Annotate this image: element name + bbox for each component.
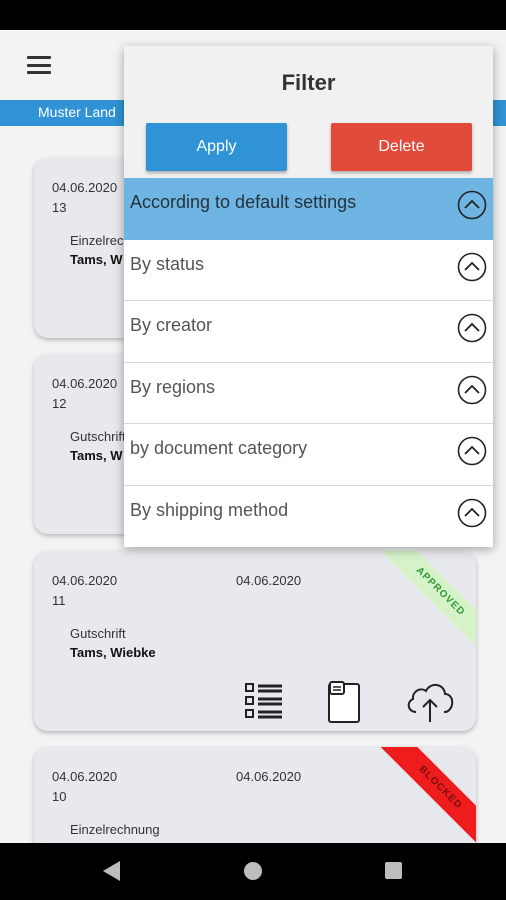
card-date: 04.06.2020 [52, 573, 118, 588]
card-type: Gutschrift [70, 626, 126, 641]
status-ribbon-approved: APPROVED [374, 551, 476, 658]
delete-button[interactable]: Delete [331, 123, 472, 171]
filter-row-label: According to default settings [130, 192, 357, 212]
chevron-up-icon[interactable] [457, 313, 487, 343]
sub-bar-title: Muster Land [38, 104, 116, 120]
chevron-up-icon[interactable] [457, 375, 487, 405]
back-icon[interactable] [103, 861, 120, 881]
cloud-upload-icon[interactable] [404, 678, 456, 724]
card-date: 04.06.2020 [52, 376, 118, 391]
recents-icon[interactable] [385, 862, 402, 879]
card-date-secondary: 04.06.2020 [236, 573, 302, 588]
card-number: 12 [52, 396, 67, 411]
filter-row-shipping-method[interactable]: By shipping method [124, 485, 493, 547]
chevron-up-icon[interactable] [457, 252, 487, 282]
list-icon[interactable] [244, 682, 284, 720]
document-card[interactable]: 04.06.2020 04.06.2020 11 Gutschrift Tams… [34, 551, 476, 731]
filter-dialog: Filter Apply Delete According to default… [124, 46, 493, 547]
filter-row-label: By regions [130, 376, 216, 397]
filter-title: Filter [281, 70, 336, 95]
status-ribbon-blocked: BLOCKED [374, 747, 476, 854]
card-type: Einzelrech [70, 233, 131, 248]
card-name: Tams, W [70, 252, 123, 267]
card-date: 04.06.2020 [52, 180, 118, 195]
card-name: Tams, Wiebke [70, 645, 156, 660]
card-name: Tams, W [70, 448, 123, 463]
card-date-secondary: 04.06.2020 [236, 769, 302, 784]
card-type: Einzelrechnung [70, 822, 160, 837]
card-number: 13 [52, 200, 67, 215]
menu-icon[interactable] [27, 56, 51, 74]
filter-row-label: By shipping method [130, 499, 289, 520]
apply-button[interactable]: Apply [146, 123, 287, 171]
card-number: 11 [52, 593, 66, 608]
filter-row-label: By creator [130, 315, 213, 335]
filter-row-creator[interactable]: By creator [124, 301, 493, 363]
card-date: 04.06.2020 [52, 769, 118, 784]
home-icon[interactable] [244, 862, 262, 880]
chevron-up-icon[interactable] [457, 498, 487, 528]
chevron-up-icon[interactable] [457, 190, 487, 220]
card-type: Gutschrift [70, 429, 126, 444]
filter-header: Filter Apply Delete [124, 46, 493, 178]
filter-row-status[interactable]: By status [124, 239, 493, 301]
filter-row-label: By status [130, 253, 205, 274]
filter-list: According to default settings By status … [124, 178, 493, 547]
filter-row-default-settings[interactable]: According to default settings [124, 178, 493, 240]
card-number: 10 [52, 789, 67, 804]
document-icon[interactable] [326, 680, 362, 724]
filter-row-regions[interactable]: By regions [124, 362, 493, 424]
filter-row-document-category[interactable]: by document category [124, 424, 493, 486]
filter-row-label: by document category [130, 438, 308, 458]
chevron-up-icon[interactable] [457, 436, 487, 466]
status-bar [0, 0, 506, 30]
